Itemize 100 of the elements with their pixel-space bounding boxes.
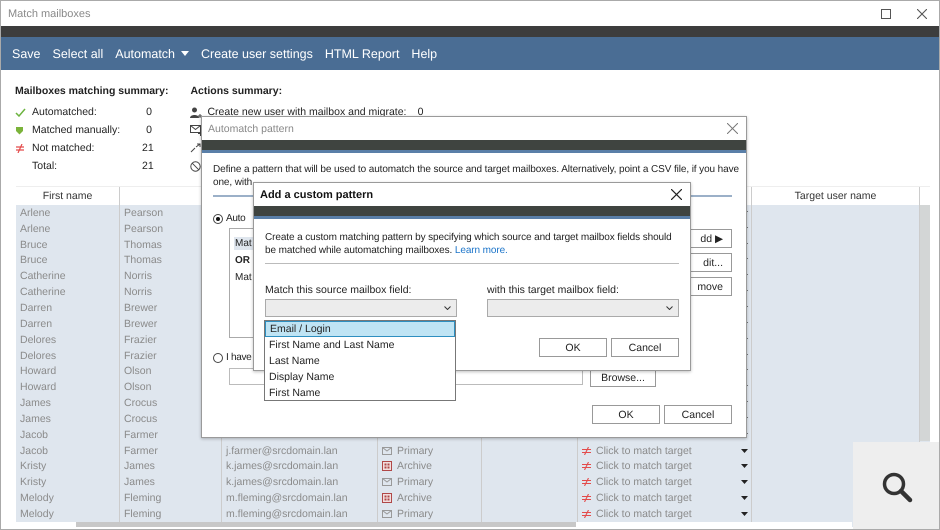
dropdown-option[interactable]: Email / Login xyxy=(265,321,455,337)
envelope-icon xyxy=(382,478,392,486)
envelope-icon xyxy=(382,446,392,455)
not-equal-icon xyxy=(582,478,591,486)
table-cell: Arlene xyxy=(20,206,50,219)
summary-label: Total: xyxy=(32,160,58,172)
table-cell: Melody xyxy=(20,508,54,520)
search-button[interactable] xyxy=(853,442,939,529)
table-cell: Kristy xyxy=(20,476,46,488)
table-cell: Howard xyxy=(20,365,56,378)
toolbar-button[interactable]: Automatch xyxy=(111,44,193,64)
close-icon[interactable] xyxy=(671,189,682,200)
summary-count: 0 xyxy=(145,106,152,118)
summary-label: Create new user with mailbox and migrate: xyxy=(207,106,408,118)
table-cell: Farmer xyxy=(124,428,158,441)
radio-label: Auto xyxy=(226,213,246,224)
archive-icon xyxy=(382,461,392,472)
dropdown-arrow-icon[interactable] xyxy=(741,512,748,516)
caret-icon xyxy=(181,51,189,56)
table-cell: Darren xyxy=(20,318,52,330)
pattern-item[interactable]: Mat xyxy=(234,271,253,284)
not-equal-icon xyxy=(582,446,591,455)
table-cell: Howard xyxy=(20,381,56,394)
column-header[interactable]: First name xyxy=(42,190,92,202)
table-cell: Brewer xyxy=(124,318,158,330)
field-label: Match this source mailbox field: xyxy=(265,284,412,296)
dialog-button[interactable]: Cancel xyxy=(664,405,732,424)
table-cell: k.james@srcdomain.lan xyxy=(226,460,338,472)
learn-more-link[interactable]: Learn more. xyxy=(454,245,508,256)
dialog-button[interactable]: OK xyxy=(592,405,660,424)
window-title: Match mailboxes xyxy=(8,8,91,20)
toolbar-button[interactable]: HTML Report xyxy=(320,44,404,64)
summary-heading: Actions summary: xyxy=(190,85,284,98)
summary-label: Matched manually: xyxy=(32,124,122,136)
dropdown-arrow-icon[interactable] xyxy=(741,448,748,453)
table-cell: k.james@srcdomain.lan xyxy=(226,476,338,488)
summary-count: 0 xyxy=(145,124,152,136)
not-equal-icon xyxy=(15,144,25,152)
source-field-select[interactable] xyxy=(265,299,457,317)
scrollbar[interactable] xyxy=(16,522,852,527)
summary-count: 0 xyxy=(416,106,424,118)
summary-label: Not matched: xyxy=(32,142,96,154)
toolbar-button[interactable]: Select all xyxy=(48,44,108,64)
pattern-item[interactable]: Mat xyxy=(234,237,253,250)
scrollbar[interactable] xyxy=(920,205,930,441)
table-cell: Catherine xyxy=(20,270,66,282)
table-cell: Brewer xyxy=(124,302,158,314)
chevron-icon xyxy=(666,306,673,310)
table-cell: James xyxy=(20,412,51,425)
maximize-icon[interactable] xyxy=(881,8,891,18)
table-cell: m.fleming@srcdomain.lan xyxy=(226,492,348,504)
table-cell: James xyxy=(124,476,155,488)
table-cell: Fleming xyxy=(124,492,162,504)
envelope-icon xyxy=(382,510,392,518)
target-field-select[interactable] xyxy=(487,299,679,317)
dropdown-arrow-icon[interactable] xyxy=(741,496,748,500)
dropdown-arrow-icon[interactable] xyxy=(741,464,748,468)
close-icon[interactable] xyxy=(917,8,927,18)
archive-icon xyxy=(382,493,392,504)
dropdown-option[interactable]: Display Name xyxy=(265,369,455,385)
column-header[interactable]: Target user name xyxy=(794,190,876,202)
table-cell: Darren xyxy=(20,302,52,314)
radio-button[interactable] xyxy=(213,352,223,362)
toolbar-button[interactable]: Help xyxy=(407,44,442,64)
arrows-icon xyxy=(190,143,202,153)
table-cell: Delores xyxy=(20,350,56,362)
table-cell: Melody xyxy=(20,492,54,504)
toolbar-button[interactable]: Create user settings xyxy=(197,44,317,64)
table-cell: Norris xyxy=(124,286,152,298)
not-equal-icon xyxy=(582,494,591,502)
dialog-button[interactable]: OK xyxy=(539,338,607,357)
dialog-title: Add a custom pattern xyxy=(260,188,374,200)
pattern-item[interactable]: OR xyxy=(234,254,251,267)
table-cell: Arlene xyxy=(20,222,50,235)
table-cell: Delores xyxy=(20,334,56,346)
not-equal-icon xyxy=(582,462,591,470)
dialog-button[interactable]: Cancel xyxy=(611,338,679,357)
table-cell: Pearson xyxy=(124,222,164,235)
table-cell: Thomas xyxy=(124,238,162,251)
radio-label: I have xyxy=(226,352,252,363)
dropdown-option[interactable]: First Name and Last Name xyxy=(265,337,455,353)
table-cell: Pearson xyxy=(124,206,164,219)
table-cell: Archive xyxy=(397,460,432,472)
table-cell: Primary xyxy=(397,508,434,520)
dialog-title: Automatch pattern xyxy=(208,122,294,134)
table-cell: Frazier xyxy=(124,350,157,362)
summary-heading: Mailboxes matching summary: xyxy=(15,85,168,98)
table-cell: j.farmer@srcdomain.lan xyxy=(226,444,338,457)
summary-count: 21 xyxy=(142,160,152,172)
table-cell: Frazier xyxy=(124,334,157,346)
toolbar-button[interactable]: Save xyxy=(8,44,44,64)
summary-label: Automatched: xyxy=(32,106,98,118)
table-cell: Kristy xyxy=(20,460,46,472)
dropdown-option[interactable]: First Name xyxy=(265,385,455,401)
chevron-icon xyxy=(444,306,451,310)
field-label: with this target mailbox field: xyxy=(487,284,620,296)
dropdown-arrow-icon[interactable] xyxy=(741,480,748,484)
not-equal-icon xyxy=(582,510,591,518)
radio-button[interactable] xyxy=(213,214,223,224)
dropdown-option[interactable]: Last Name xyxy=(265,353,455,369)
